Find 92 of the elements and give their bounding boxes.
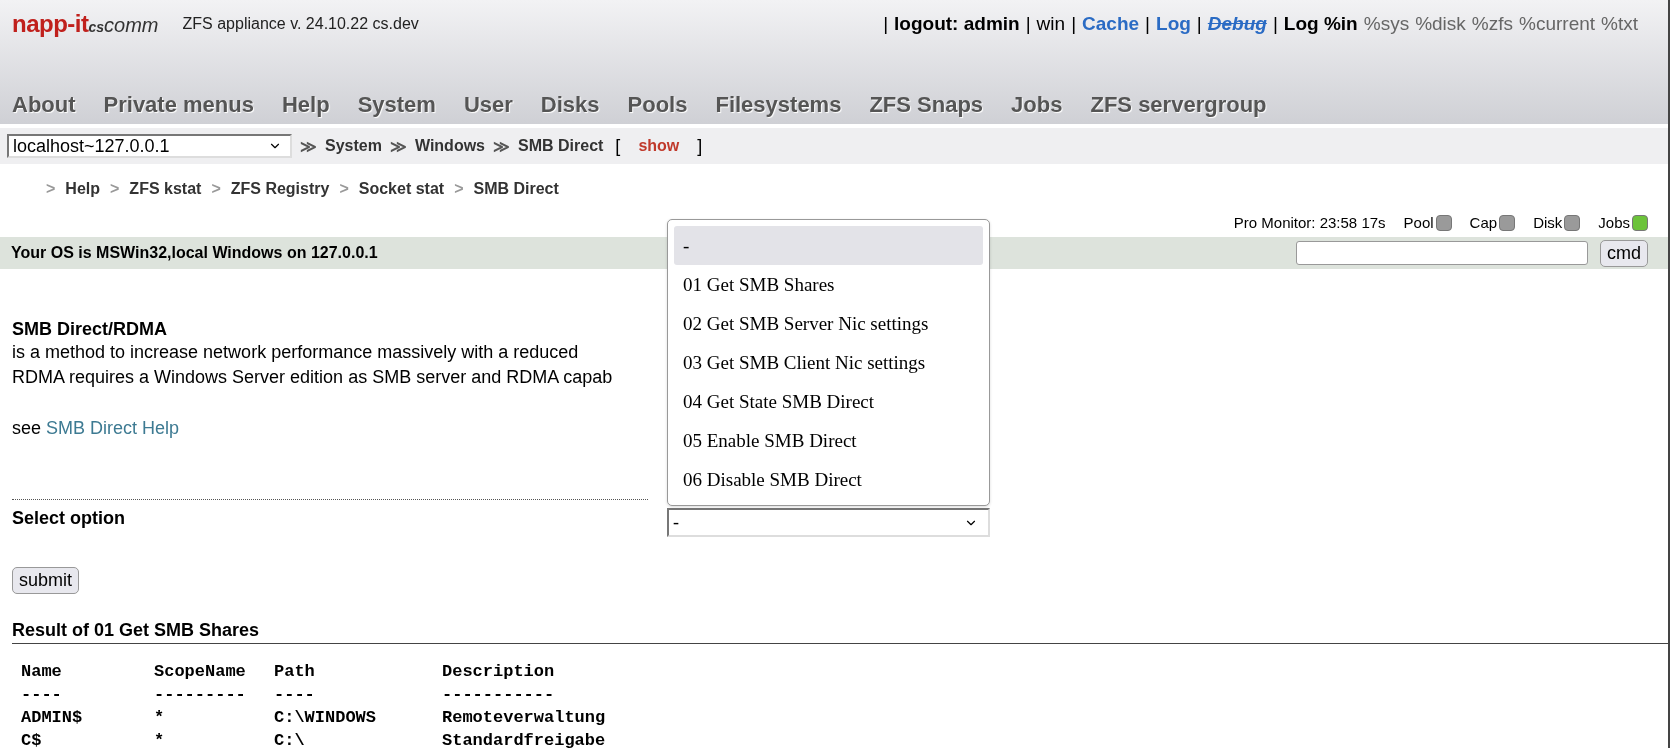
separator-text: | bbox=[1196, 13, 1202, 35]
submit-button[interactable]: submit bbox=[12, 567, 79, 594]
dropdown-option[interactable]: 01 Get SMB Shares bbox=[674, 265, 983, 304]
table-cell-text: C:\ bbox=[274, 730, 306, 748]
bracket-text: [ bbox=[615, 135, 621, 157]
dropdown-option[interactable]: 04 Get State SMB Direct bbox=[674, 382, 983, 421]
separator-text: | bbox=[1071, 13, 1077, 35]
header-link[interactable]: Debug bbox=[1207, 13, 1267, 35]
header-underline: ----------- bbox=[442, 684, 556, 706]
header-underline: ---- bbox=[274, 684, 316, 706]
separator-text: | bbox=[1145, 13, 1151, 35]
table-cell-text: Standardfreigabe bbox=[442, 730, 607, 748]
header-link[interactable]: Cache bbox=[1082, 13, 1140, 35]
column-header: Path bbox=[274, 661, 316, 683]
header-link[interactable]: %sys bbox=[1363, 13, 1410, 35]
submenu-link[interactable]: Help bbox=[65, 180, 100, 198]
submenu-separator: > bbox=[46, 180, 56, 198]
command-input-field[interactable] bbox=[1296, 241, 1588, 265]
menu-item[interactable]: About bbox=[12, 92, 76, 118]
cmd-button[interactable]: cmd bbox=[1600, 239, 1648, 267]
help-link[interactable]: SMB Direct Help bbox=[46, 418, 180, 438]
separator-text: | bbox=[883, 13, 889, 35]
header-link[interactable]: %current bbox=[1519, 13, 1596, 35]
separator-text: | bbox=[1272, 13, 1278, 35]
breadcrumb-separator: ≫ bbox=[300, 136, 317, 156]
header-link[interactable]: %disk bbox=[1415, 13, 1466, 35]
submenu-link[interactable]: Socket stat bbox=[358, 180, 445, 198]
menu-item[interactable]: Private menus bbox=[103, 92, 254, 118]
option-select[interactable]: - bbox=[667, 508, 990, 537]
section-title: SMB Direct/RDMA bbox=[12, 319, 167, 340]
logo-text: napp-it bbox=[12, 10, 89, 38]
menu-item[interactable]: Pools bbox=[627, 92, 688, 118]
table-cell-text: Remoteverwaltung bbox=[442, 707, 607, 729]
menu-item[interactable]: User bbox=[463, 92, 513, 118]
submenu-separator: > bbox=[339, 180, 349, 198]
table-cell-text: C:\WINDOWS bbox=[274, 707, 378, 729]
dropdown-option[interactable]: 05 Enable SMB Direct bbox=[674, 421, 983, 460]
dropdown-option[interactable]: 06 Disable SMB Direct bbox=[674, 460, 983, 499]
header-link[interactable]: win bbox=[1036, 13, 1066, 35]
header-link[interactable]: Log bbox=[1156, 13, 1191, 35]
breadcrumb-link[interactable]: Windows bbox=[414, 137, 485, 155]
menu-item[interactable]: Help bbox=[281, 92, 330, 118]
menu-item[interactable]: ZFS servergroup bbox=[1090, 92, 1267, 118]
submenu-link[interactable]: ZFS Registry bbox=[230, 180, 330, 198]
menu-item[interactable]: Filesystems bbox=[715, 92, 842, 118]
submenu-link[interactable]: SMB Direct bbox=[473, 180, 559, 198]
separator-text: | bbox=[1025, 13, 1031, 35]
header-link[interactable]: Log %in bbox=[1283, 13, 1358, 35]
indicator-label: Cap bbox=[1469, 214, 1498, 231]
description-text: is a method to increase network performance massively with a reduced bbox=[12, 341, 579, 364]
dropdown-option[interactable]: - bbox=[674, 226, 983, 265]
header-link[interactable]: %txt bbox=[1601, 13, 1638, 35]
logo-text: comm bbox=[104, 14, 159, 37]
logo-text: cs bbox=[88, 19, 105, 35]
submenu-separator: > bbox=[211, 180, 221, 198]
header-underline: --------- bbox=[154, 684, 247, 706]
indicator-label: Pool bbox=[1403, 214, 1434, 231]
bracket-text: ] bbox=[697, 135, 703, 157]
indicator-label: Disk bbox=[1533, 214, 1563, 231]
dropdown-option[interactable]: 03 Get SMB Client Nic settings bbox=[674, 343, 983, 382]
column-header: Description bbox=[442, 661, 556, 683]
column-header: ScopeName bbox=[154, 661, 247, 683]
result-title: Result of 01 Get SMB Shares bbox=[12, 620, 1668, 644]
header-link[interactable]: %zfs bbox=[1471, 13, 1513, 35]
description-text: RDMA requires a Windows Server edition as SMB server and RDMA capab bbox=[12, 366, 613, 389]
breadcrumb-separator: ≫ bbox=[493, 136, 510, 156]
submenu-separator: > bbox=[454, 180, 464, 198]
version-text: ZFS appliance v. 24.10.22 cs.dev bbox=[182, 15, 419, 33]
indicator-label: Jobs bbox=[1598, 214, 1630, 231]
show-link[interactable]: show bbox=[638, 137, 680, 155]
header-underline: ---- bbox=[21, 684, 63, 706]
menu-item[interactable]: Disks bbox=[540, 92, 600, 118]
menu-item[interactable]: ZFS Snaps bbox=[869, 92, 984, 118]
breadcrumb-link[interactable]: System bbox=[325, 137, 382, 155]
os-info-text: Your OS is MSWin32,local Windows on 127.0.0.1 bbox=[11, 244, 378, 262]
submenu-separator: > bbox=[110, 180, 120, 198]
table-cell-text: C$ bbox=[21, 730, 43, 748]
menu-item[interactable]: Jobs bbox=[1011, 92, 1063, 118]
breadcrumb-link[interactable]: SMB Direct bbox=[518, 137, 604, 155]
monitor-text: Pro Monitor: 23:58 17s bbox=[1233, 214, 1386, 231]
menu-item[interactable]: System bbox=[357, 92, 436, 118]
header-link[interactable]: logout: admin bbox=[894, 13, 1020, 35]
table-cell-text: ADMIN$ bbox=[21, 707, 84, 729]
breadcrumb-separator: ≫ bbox=[389, 136, 407, 156]
see-text: see bbox=[12, 418, 43, 438]
table-cell-text: * bbox=[154, 707, 166, 729]
select-option-label: Select option bbox=[12, 508, 126, 529]
submenu-link[interactable]: ZFS kstat bbox=[129, 180, 202, 198]
table-cell-text: * bbox=[154, 730, 166, 748]
dropdown-option[interactable]: 02 Get SMB Server Nic settings bbox=[674, 304, 983, 343]
column-header: Name bbox=[21, 661, 63, 683]
host-select[interactable]: localhost~127.0.0.1 bbox=[7, 134, 292, 158]
